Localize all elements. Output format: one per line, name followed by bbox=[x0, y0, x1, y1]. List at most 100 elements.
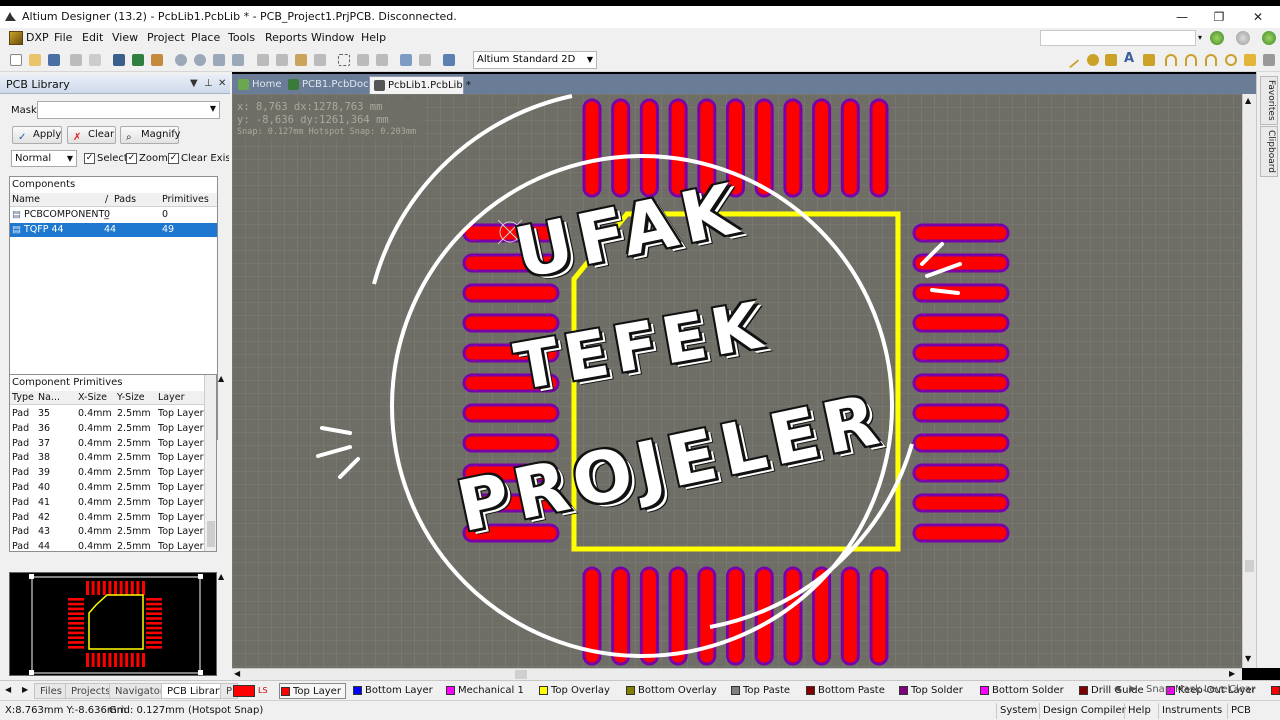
smd-pad[interactable] bbox=[462, 403, 560, 423]
layer-scroll-right-icon[interactable]: ▶ bbox=[1130, 684, 1136, 693]
redo-icon[interactable] bbox=[419, 54, 431, 66]
move-icon[interactable] bbox=[357, 54, 369, 66]
full-circle-icon[interactable] bbox=[1225, 54, 1237, 66]
zoom-checkbox[interactable]: ✓ bbox=[126, 153, 137, 164]
snap-button[interactable]: Snap bbox=[1146, 684, 1171, 695]
current-layer-swatch[interactable] bbox=[233, 685, 255, 697]
system-button[interactable]: System bbox=[996, 703, 1040, 719]
open-file-icon[interactable] bbox=[29, 54, 41, 66]
smd-pad[interactable] bbox=[912, 433, 1010, 453]
arc-center-icon[interactable] bbox=[1165, 54, 1177, 66]
save-icon[interactable] bbox=[48, 54, 60, 66]
smd-pad[interactable] bbox=[912, 463, 1010, 483]
place-pad-icon[interactable] bbox=[1087, 54, 1099, 66]
scroll-down-icon[interactable]: ▼ bbox=[1245, 654, 1251, 663]
smd-pad[interactable] bbox=[912, 373, 1010, 393]
print-preview-icon[interactable] bbox=[89, 54, 101, 66]
deselect-icon[interactable] bbox=[376, 54, 388, 66]
smd-pad[interactable] bbox=[754, 566, 774, 666]
primitive-row[interactable]: Pad 42 0.4mm 2.5mm Top Layer bbox=[10, 511, 206, 525]
minimize-button[interactable]: — bbox=[1164, 7, 1200, 27]
place-line-icon[interactable] bbox=[1062, 51, 1080, 69]
smd-pad[interactable] bbox=[912, 283, 1010, 303]
component-row-selected[interactable]: ▤ TQFP 44 44 49 bbox=[10, 223, 217, 237]
chevron-down-icon[interactable]: ▼ bbox=[210, 104, 216, 113]
col-name[interactable]: Name bbox=[12, 194, 40, 205]
col-pad-name[interactable]: Na... bbox=[38, 392, 60, 403]
scroll-thumb[interactable] bbox=[1245, 560, 1254, 572]
zoom-fit-icon[interactable] bbox=[213, 54, 225, 66]
home-navigation-icon[interactable] bbox=[1262, 31, 1276, 45]
smd-pad[interactable] bbox=[912, 523, 1010, 543]
component-row[interactable]: ▤ PCBCOMPONENT_ 0 0 bbox=[10, 208, 217, 222]
layer-tab[interactable]: Top Overlay bbox=[538, 683, 610, 699]
zoom-area-icon[interactable] bbox=[232, 54, 244, 66]
smd-pad[interactable] bbox=[912, 223, 1010, 243]
smd-pad[interactable] bbox=[639, 98, 659, 198]
layer-tab[interactable]: Bottom Layer bbox=[352, 683, 433, 699]
horizontal-scrollbar[interactable]: ◀ ▶ bbox=[232, 668, 1242, 680]
clear-existing-checkbox[interactable]: ✓ bbox=[168, 153, 179, 164]
scroll-up-icon[interactable]: ▲ bbox=[218, 374, 224, 383]
menu-dxp[interactable]: DXP bbox=[26, 31, 49, 44]
clear-button[interactable]: ✗ Clear bbox=[67, 126, 116, 144]
tab-pcblib1-pcblib[interactable]: PcbLib1.PcbLib * bbox=[369, 76, 471, 94]
place-string-icon[interactable]: A bbox=[1124, 51, 1136, 66]
primitive-row[interactable]: Pad 37 0.4mm 2.5mm Top Layer bbox=[10, 437, 206, 451]
layer-tab[interactable]: D bbox=[1270, 683, 1280, 699]
smd-pad[interactable] bbox=[912, 403, 1010, 423]
menu-file[interactable]: File bbox=[54, 31, 72, 44]
view-mode-select[interactable]: Altium Standard 2D ▼ bbox=[473, 51, 597, 69]
clipboard-tab[interactable]: Clipboard bbox=[1260, 126, 1278, 177]
layer-tab[interactable]: Bottom Paste bbox=[805, 683, 885, 699]
smd-pad[interactable] bbox=[912, 343, 1010, 363]
scroll-up-icon[interactable]: ▲ bbox=[1245, 96, 1251, 105]
place-coordinate-icon[interactable] bbox=[1143, 54, 1155, 66]
tab-pcb1-pcbdoc[interactable]: PCB1.PcbDoc * bbox=[284, 76, 377, 94]
smd-pad[interactable] bbox=[783, 98, 803, 198]
help-button[interactable]: Help bbox=[1124, 703, 1154, 719]
smd-pad[interactable] bbox=[869, 98, 889, 198]
close-button[interactable]: ✕ bbox=[1240, 7, 1276, 27]
col-x-size[interactable]: X-Size bbox=[78, 392, 107, 403]
apply-button[interactable]: ✓ Apply bbox=[12, 126, 62, 144]
forward-navigation-icon[interactable] bbox=[1236, 31, 1250, 45]
tab-home[interactable]: Home bbox=[234, 76, 282, 94]
smd-pad[interactable] bbox=[726, 566, 745, 666]
magnify-button[interactable]: ⌕ Magnify bbox=[120, 126, 180, 144]
vertical-scrollbar[interactable]: ▲ ▼ bbox=[1242, 94, 1256, 668]
smd-pad[interactable] bbox=[840, 566, 860, 666]
primitive-row[interactable]: Pad 38 0.4mm 2.5mm Top Layer bbox=[10, 451, 206, 465]
new-file-icon[interactable] bbox=[10, 54, 22, 66]
scroll-thumb[interactable] bbox=[515, 670, 527, 679]
pin-icon[interactable]: ⊥ bbox=[204, 78, 213, 89]
smd-pad[interactable] bbox=[754, 98, 774, 198]
undo-icon[interactable] bbox=[400, 54, 412, 66]
menu-reports[interactable]: Reports bbox=[265, 31, 307, 44]
smd-pad[interactable] bbox=[611, 566, 631, 666]
filter-mode-select[interactable]: Normal ▼ bbox=[11, 150, 77, 167]
design-compiler-button[interactable]: Design Compiler bbox=[1039, 703, 1129, 719]
panel-tabs-right-icon[interactable]: ▶ bbox=[22, 685, 28, 694]
paste-icon[interactable] bbox=[295, 54, 307, 66]
menu-place[interactable]: Place bbox=[191, 31, 220, 44]
layer-tab[interactable]: Top Layer bbox=[279, 683, 346, 699]
layer-tab[interactable]: Bottom Solder bbox=[979, 683, 1064, 699]
array-paste-icon[interactable] bbox=[1263, 54, 1275, 66]
cut-icon[interactable] bbox=[257, 54, 269, 66]
menu-view[interactable]: View bbox=[112, 31, 138, 44]
menu-search-input[interactable] bbox=[1040, 30, 1196, 46]
smd-pad[interactable] bbox=[611, 98, 631, 198]
menu-help[interactable]: Help bbox=[361, 31, 386, 44]
zoom-out-icon[interactable] bbox=[194, 54, 206, 66]
col-y-size[interactable]: Y-Size bbox=[117, 392, 145, 403]
favorites-tab[interactable]: Favorites bbox=[1260, 76, 1278, 125]
primitive-row[interactable]: Pad 43 0.4mm 2.5mm Top Layer bbox=[10, 525, 206, 539]
back-navigation-icon[interactable] bbox=[1210, 31, 1224, 45]
menu-edit[interactable]: Edit bbox=[82, 31, 103, 44]
print-icon[interactable] bbox=[70, 54, 82, 66]
col-layer[interactable]: Layer bbox=[158, 392, 185, 403]
scroll-right-icon[interactable]: ▶ bbox=[1229, 669, 1235, 678]
panel-menu-icon[interactable]: ▼ bbox=[190, 78, 198, 89]
fill-icon[interactable] bbox=[1244, 54, 1256, 66]
